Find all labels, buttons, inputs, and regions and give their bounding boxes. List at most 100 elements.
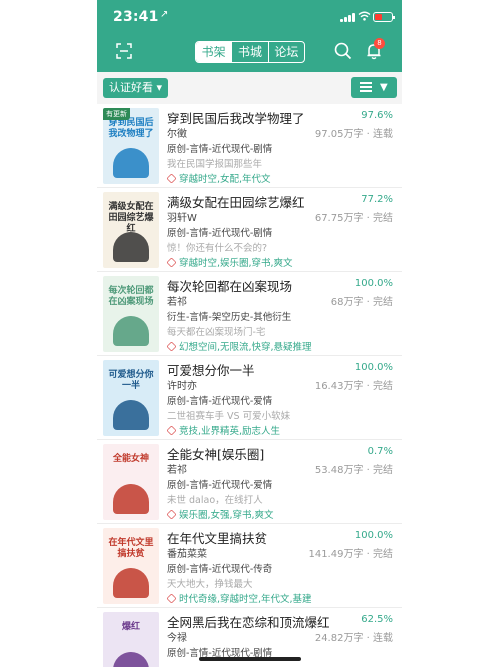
- cover-art: [113, 232, 149, 262]
- reading-progress: 0.7%: [367, 446, 393, 457]
- book-genre: 衍生-言情-架空历史-其他衍生: [167, 312, 292, 323]
- book-info: 全能女神[娱乐圈] 0.7% 若祁 53.48万字 · 完结 原创-言情-近代现…: [166, 440, 397, 524]
- book-info: 可爱想分你一半 100.0% 许时亦 16.43万字 · 完结 原创-言情-近代…: [166, 356, 397, 440]
- book-tags-text: 穿越时空,娱乐圈,穿书,爽文: [179, 258, 293, 269]
- search-icon[interactable]: [334, 42, 352, 60]
- book-description: 二世祖赛车手 VS 可爱小软妹: [167, 411, 291, 422]
- book-tags-text: 幻想空间,无限流,快穿,悬疑推理: [179, 342, 312, 353]
- reading-progress: 100.0%: [354, 362, 393, 373]
- tag-icon: [166, 257, 177, 268]
- status-time: 23:41: [113, 9, 159, 25]
- cellular-signal-icon: [340, 12, 356, 22]
- book-tags-text: 穿越时空,女配,年代文: [179, 174, 271, 185]
- tag-icon: [166, 425, 177, 436]
- location-arrow-icon: ↗: [160, 9, 169, 20]
- battery-icon: [373, 12, 395, 22]
- book-info: 在年代文里搞扶贫 100.0% 番茄菜菜 141.49万字 · 完结 原创-言情…: [166, 524, 397, 608]
- book-row[interactable]: 每次轮回都在凶案现场 每次轮回都在凶案现场 100.0% 若祁 68万字 · 完…: [97, 272, 402, 356]
- book-author: 尔徵: [167, 129, 187, 140]
- book-row[interactable]: 可爱想分你一半 可爱想分你一半 100.0% 许时亦 16.43万字 · 完结 …: [97, 356, 402, 440]
- book-title[interactable]: 全网黑后我在恋综和顶流爆红: [167, 612, 330, 631]
- book-tags: 穿越时空,娱乐圈,穿书,爽文: [166, 255, 293, 269]
- scan-icon[interactable]: [116, 43, 132, 59]
- cover-title: 可爱想分你一半: [108, 370, 154, 391]
- cover-art: [113, 400, 149, 430]
- cover-art: [113, 316, 149, 346]
- book-genre: 原创-言情-近代现代-剧情: [167, 228, 273, 239]
- filter-bar: 认证好看 ▾ ▼: [97, 72, 402, 104]
- book-description: 每天都在凶案现场门-宅: [167, 327, 266, 338]
- book-row[interactable]: 穿到民国后我改物理了 有更新 穿到民国后我改学物理了 97.6% 尔徵 97.0…: [97, 104, 402, 188]
- cover-title: 每次轮回都在凶案现场: [108, 286, 154, 307]
- book-author: 今禄: [167, 633, 187, 644]
- book-cover[interactable]: 在年代文里搞扶贫: [103, 528, 159, 604]
- book-tags-text: 时代奇缘,穿越时空,年代文,基建: [179, 594, 312, 605]
- update-badge: 有更新: [103, 108, 130, 120]
- word-count-status: 141.49万字 · 完结: [308, 549, 393, 560]
- book-cover[interactable]: 可爱想分你一半: [103, 360, 159, 436]
- word-count-status: 16.43万字 · 完结: [314, 381, 393, 392]
- tag-icon: [166, 341, 177, 352]
- view-menu-button[interactable]: ▼: [351, 77, 397, 98]
- tag-icon: [166, 593, 177, 604]
- book-tags-text: 竞技,业界精英,励志人生: [179, 426, 281, 437]
- tag-icon: [166, 173, 177, 184]
- cover-title: 爆红: [121, 622, 140, 632]
- word-count-status: 67.75万字 · 完结: [314, 213, 393, 224]
- tab-bookstore[interactable]: 书城: [232, 42, 269, 62]
- book-tags: 娱乐圈,女强,穿书,爽文: [166, 507, 274, 521]
- main-tabs: 书架 书城 论坛: [195, 41, 305, 63]
- cover-art: [113, 484, 149, 514]
- filter-dropdown[interactable]: 认证好看 ▾: [103, 78, 169, 98]
- reading-progress: 77.2%: [361, 194, 393, 205]
- book-info: 每次轮回都在凶案现场 100.0% 若祁 68万字 · 完结 衍生-言情-架空历…: [166, 272, 397, 356]
- word-count-status: 68万字 · 完结: [330, 297, 393, 308]
- book-cover[interactable]: 满级女配在田园综艺爆红: [103, 192, 159, 268]
- home-indicator: [199, 657, 301, 661]
- book-cover[interactable]: 爆红: [103, 612, 159, 667]
- tag-icon: [166, 509, 177, 520]
- book-author: 若祁: [167, 465, 187, 476]
- notification-badge: 8: [374, 38, 385, 49]
- chevron-down-icon: ▼: [380, 82, 388, 93]
- book-description: 惊！你还有什么不会的?: [167, 243, 268, 254]
- reading-progress: 100.0%: [354, 278, 393, 289]
- battery-level: [375, 14, 382, 20]
- cover-title: 穿到民国后我改物理了: [108, 118, 154, 139]
- book-tags: 幻想空间,无限流,快穿,悬疑推理: [166, 339, 312, 353]
- cover-title: 满级女配在田园综艺爆红: [108, 202, 154, 234]
- book-row[interactable]: 全能女神 全能女神[娱乐圈] 0.7% 若祁 53.48万字 · 完结 原创-言…: [97, 440, 402, 524]
- book-cover[interactable]: 全能女神: [103, 444, 159, 520]
- cover-title: 在年代文里搞扶贫: [108, 538, 154, 559]
- cover-art: [113, 568, 149, 598]
- book-cover[interactable]: 每次轮回都在凶案现场: [103, 276, 159, 352]
- book-cover[interactable]: 穿到民国后我改物理了 有更新: [103, 108, 159, 184]
- reading-progress: 97.6%: [361, 110, 393, 121]
- wifi-icon: [358, 11, 371, 24]
- list-icon: [360, 82, 372, 92]
- book-tags-text: 娱乐圈,女强,穿书,爽文: [179, 510, 274, 521]
- book-description: 未世 dalao，在线打人: [167, 495, 263, 506]
- book-author: 许时亦: [167, 381, 197, 392]
- book-list: 穿到民国后我改物理了 有更新 穿到民国后我改学物理了 97.6% 尔徵 97.0…: [97, 104, 402, 667]
- book-tags: 竞技,业界精英,励志人生: [166, 423, 281, 437]
- book-title[interactable]: 穿到民国后我改学物理了: [167, 108, 305, 127]
- book-info: 穿到民国后我改学物理了 97.6% 尔徵 97.05万字 · 连载 原创-言情-…: [166, 104, 397, 188]
- word-count-status: 53.48万字 · 完结: [314, 465, 393, 476]
- status-bar: 23:41 ↗: [97, 0, 402, 32]
- word-count-status: 97.05万字 · 连载: [314, 129, 393, 140]
- book-tags: 时代奇缘,穿越时空,年代文,基建: [166, 591, 312, 605]
- book-description: 天大地大，挣钱最大: [167, 579, 253, 590]
- word-count-status: 24.82万字 · 连载: [314, 633, 393, 644]
- tab-bookshelf[interactable]: 书架: [196, 42, 233, 62]
- book-description: 我在民国学报国那些年: [167, 159, 263, 170]
- book-author: 番茄菜菜: [167, 549, 207, 560]
- book-genre: 原创-言情-近代现代-爱情: [167, 480, 273, 491]
- book-author: 若祁: [167, 297, 187, 308]
- tab-forum[interactable]: 论坛: [269, 42, 304, 62]
- book-tags: 穿越时空,女配,年代文: [166, 171, 271, 185]
- book-author: 羽轩W: [167, 213, 197, 224]
- book-row[interactable]: 满级女配在田园综艺爆红 满级女配在田园综艺爆红 77.2% 羽轩W 67.75万…: [97, 188, 402, 272]
- screenshot-frame: 23:41 ↗ 书架 书城 论坛 8 认证好看 ▾ ▼ 穿到民国后我改物理了 有…: [0, 0, 500, 667]
- book-row[interactable]: 在年代文里搞扶贫 在年代文里搞扶贫 100.0% 番茄菜菜 141.49万字 ·…: [97, 524, 402, 608]
